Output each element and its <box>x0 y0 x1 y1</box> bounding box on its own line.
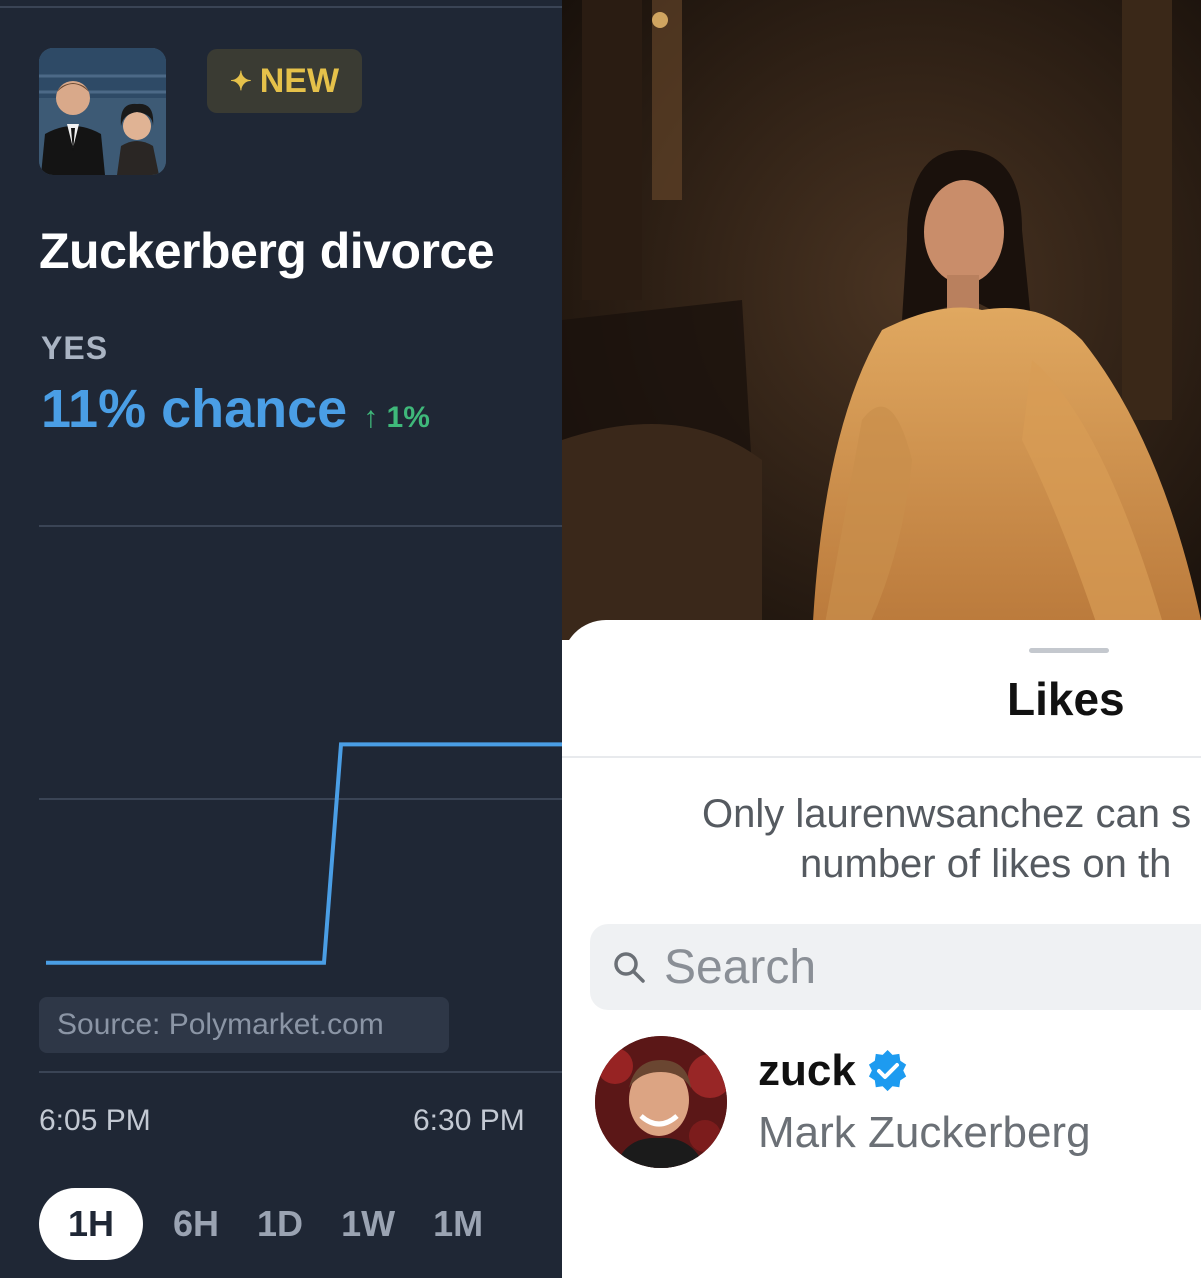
range-tab-1h[interactable]: 1H <box>39 1188 143 1260</box>
new-badge: ✦ NEW <box>207 49 362 113</box>
sheet-grabber[interactable] <box>1029 648 1109 653</box>
top-divider <box>0 6 562 8</box>
x-tick-label: 6:05 PM <box>39 1104 151 1137</box>
likes-notice-line1: Only laurenwsanchez can s <box>702 792 1192 836</box>
range-tab-6h[interactable]: 6H <box>173 1188 219 1260</box>
chance-value: 11% chance <box>41 379 348 439</box>
sheet-title: Likes <box>1007 673 1125 725</box>
arrow-up-icon: ↑ <box>363 401 379 434</box>
avatar[interactable] <box>595 1036 727 1168</box>
search-input[interactable] <box>662 938 1201 996</box>
market-panel: ✦ NEW Zuckerberg divorce YES 11% chance … <box>0 0 562 1278</box>
range-tab-1m[interactable]: 1M <box>433 1188 483 1260</box>
likes-notice-line2: number of likes on th <box>800 842 1172 886</box>
user-list-item[interactable]: zuck Mark Zuckerberg <box>595 1036 1201 1172</box>
search-bar[interactable] <box>590 924 1201 1010</box>
chart-series-line <box>46 742 562 965</box>
market-title: Zuckerberg divorce <box>39 223 495 279</box>
chance-delta-value: 1% <box>386 401 430 434</box>
username-row: zuck <box>758 1046 910 1096</box>
time-range-tabs: 1H 6H 1D 1W 1M <box>39 1188 521 1260</box>
source-label: Source: Polymarket.com <box>39 997 449 1053</box>
user-full-name: Mark Zuckerberg <box>758 1108 1091 1157</box>
sparkle-icon: ✦ <box>229 65 252 96</box>
range-tab-1w[interactable]: 1W <box>341 1188 395 1260</box>
sheet-divider <box>562 756 1201 758</box>
range-tab-1d[interactable]: 1D <box>257 1188 303 1260</box>
post-photo[interactable] <box>562 0 1201 640</box>
username[interactable]: zuck <box>758 1046 856 1096</box>
x-tick-label: 6:30 PM <box>413 1104 525 1137</box>
verified-badge-icon <box>868 1049 907 1092</box>
search-icon <box>614 952 645 983</box>
new-badge-label: NEW <box>259 61 340 100</box>
chance-delta: ↑ 1% <box>363 401 430 435</box>
instagram-panel: Likes Only laurenwsanchez can s number o… <box>562 0 1201 1278</box>
likes-sheet: Likes Only laurenwsanchez can s number o… <box>562 620 1201 1278</box>
chance-row: 11% chance ↑ 1% <box>41 378 430 440</box>
outcome-label: YES <box>41 330 109 366</box>
market-thumbnail[interactable] <box>39 48 166 175</box>
